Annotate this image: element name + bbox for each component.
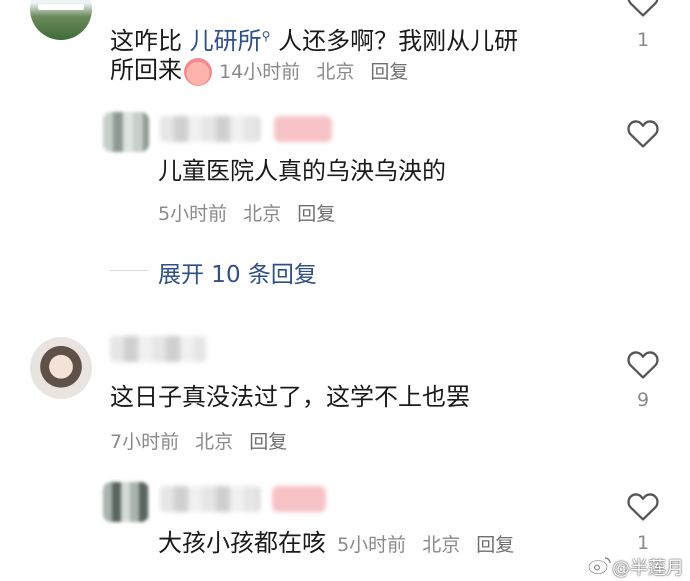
reply-button[interactable]: 回复 [297,203,335,225]
expand-divider [110,270,148,271]
watermark-text: @半莲月 [612,558,684,579]
comment-meta: 14小时前 北京 回复 [219,61,418,83]
reply-time: 5小时前 [158,203,228,225]
comment-time: 7小时前 [110,431,180,453]
like-count: 1 [636,532,650,554]
reply-text: 儿童医院人真的乌泱乌泱的 [158,157,446,185]
comment-location: 北京 [316,61,355,83]
like-count: 9 [636,389,650,411]
comment-text: 这日子真没法过了，这学不上也罢 [110,383,470,411]
comment-location: 北京 [195,431,234,453]
reply-meta: 5小时前 北京 回复 [337,534,524,556]
user-badge [272,486,326,512]
heart-icon[interactable] [626,490,660,522]
heart-icon[interactable] [626,117,660,149]
commenter-avatar[interactable] [30,0,92,40]
search-link-keyword[interactable]: 儿研所⚲ [190,27,271,55]
heart-icon[interactable] [626,348,660,380]
search-icon: ⚲ [261,29,271,43]
heart-icon[interactable] [626,0,660,18]
crying-emoji-icon [184,57,212,86]
reply-button[interactable]: 回复 [476,534,514,556]
reply-meta: 5小时前 北京 回复 [158,199,345,226]
reply-username[interactable] [160,116,260,142]
user-badge [274,116,332,142]
commenter-avatar[interactable] [30,337,92,399]
reply-time: 5小时前 [337,534,407,556]
comment-meta: 7小时前 北京 回复 [110,427,297,454]
reply-username[interactable] [160,486,260,512]
reply-row: 大孩小孩都在咳 5小时前 北京 回复 [158,526,524,560]
reply-avatar[interactable] [103,112,149,152]
like-count: 1 [636,29,650,51]
reply-button[interactable]: 回复 [249,431,287,453]
reply-button[interactable]: 回复 [370,61,408,83]
comment-time: 14小时前 [219,61,301,83]
reply-text: 大孩小孩都在咳 [158,529,326,557]
reply-avatar[interactable] [103,482,149,522]
expand-replies-button[interactable]: 展开 10 条回复 [158,255,317,289]
reply-location: 北京 [243,203,282,225]
weibo-logo-icon [588,557,611,575]
commenter-username[interactable] [110,336,206,362]
comment-text-line2: 所回来 14小时前 北京 回复 [110,53,418,88]
reply-location: 北京 [422,534,461,556]
